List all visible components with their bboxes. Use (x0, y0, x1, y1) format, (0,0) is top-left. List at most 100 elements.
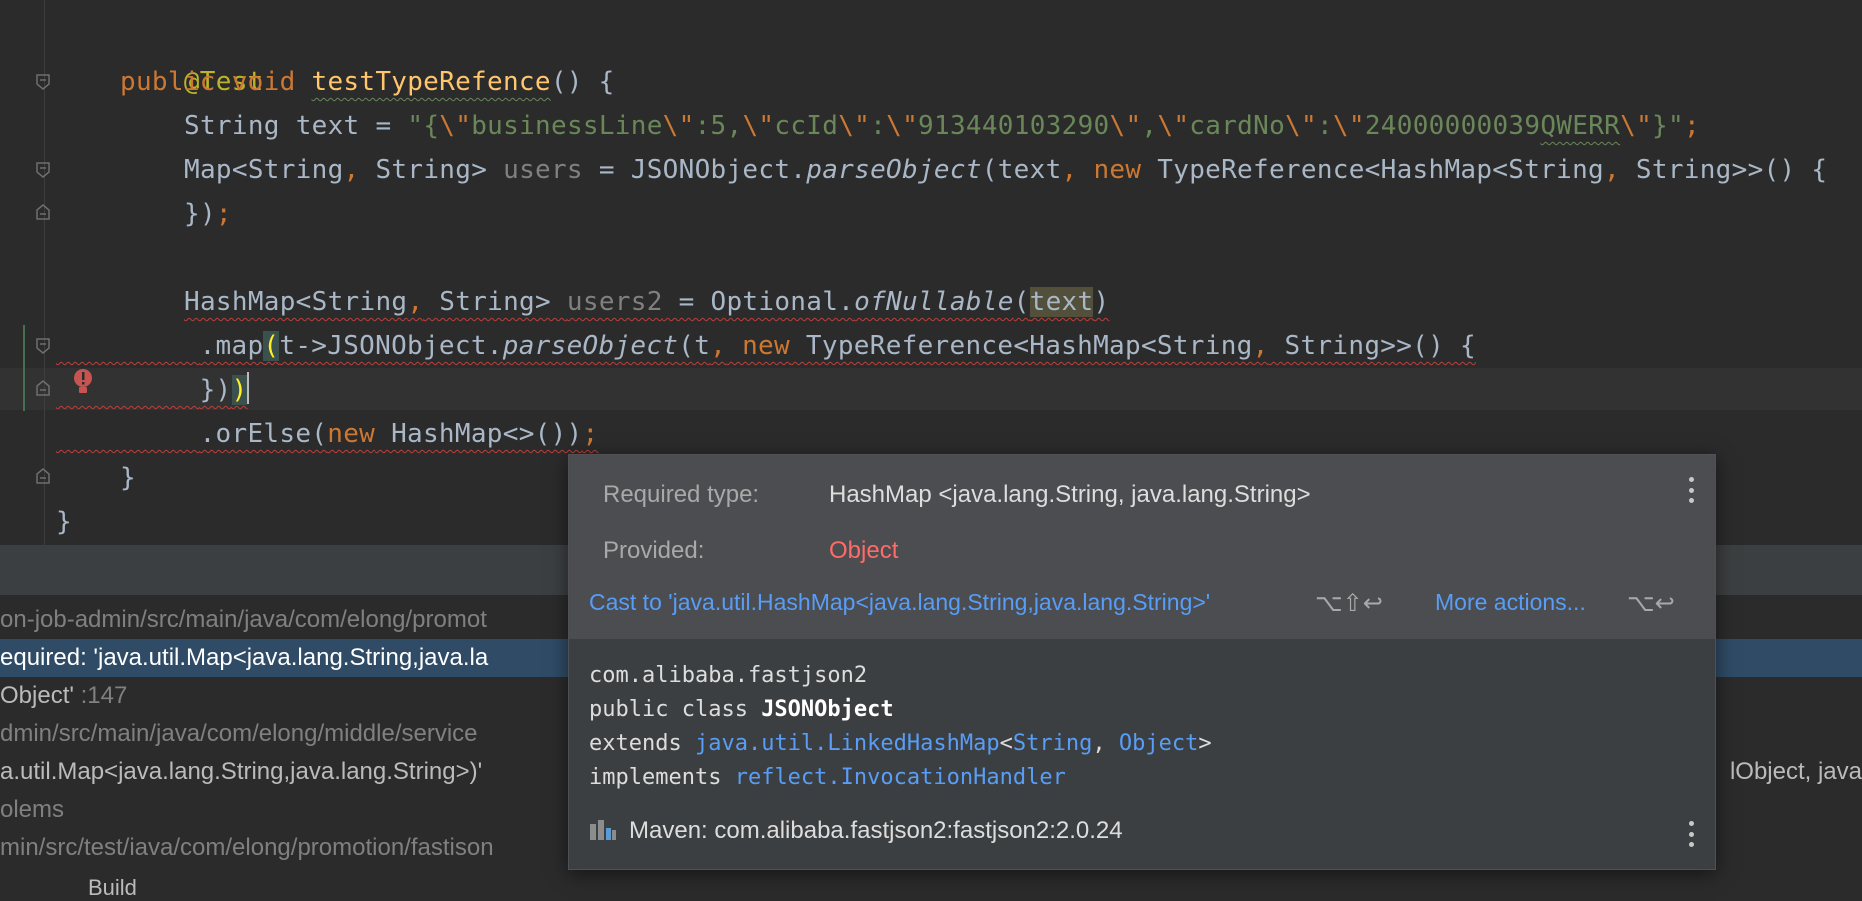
code-line-1[interactable]: @Test (120, 16, 264, 97)
code-text: Map<String (184, 155, 344, 185)
code-line-12[interactable]: } (56, 500, 72, 544)
comma: , (407, 287, 424, 317)
string-literal: 24000000039 (1364, 111, 1541, 141)
required-type-label: Required type: (603, 481, 760, 508)
highlighted-reference: text (1029, 287, 1094, 317)
cast-quick-fix-link[interactable]: Cast to 'java.util.HashMap<java.lang.Str… (589, 589, 1210, 616)
code-text: } (120, 463, 136, 493)
build-tab[interactable]: Build (88, 875, 137, 900)
code-line-5[interactable]: }); (184, 192, 232, 236)
matched-brace: ) (231, 375, 248, 405)
line-number: :147 (80, 682, 128, 709)
code-text: HashMap<>()) (375, 419, 583, 449)
problem-message-tail: lObject, java (1729, 758, 1862, 785)
code-text: }) (199, 375, 232, 405)
code-text: = Optional. (662, 287, 855, 317)
code-text: .orElse( (199, 419, 328, 449)
more-actions-link[interactable]: More actions... (1435, 589, 1586, 616)
error-span: HashMap<String, String> users2 = Optiona… (184, 287, 1109, 317)
comma: , (710, 331, 727, 361)
more-actions-shortcut: ⌥↩ (1627, 590, 1675, 617)
fold-close-icon[interactable] (36, 204, 50, 220)
declaration-text: public class (589, 697, 762, 722)
problem-path: min/src/test/iava/com/elong/promotion/fa… (0, 834, 494, 861)
extends-keyword: extends (589, 731, 695, 756)
code-line-9[interactable]: })) (56, 368, 250, 412)
string-literal: "{ (407, 111, 440, 141)
problem-group: olems (0, 796, 65, 823)
code-text: .map (199, 331, 264, 361)
provided-label: Provided: (603, 537, 705, 564)
keyword: void (231, 67, 296, 97)
code-line-11[interactable]: } (120, 456, 136, 500)
string-escape: \" (742, 111, 775, 141)
code-line-4[interactable]: Map<String, String> users = JSONObject.p… (184, 148, 1827, 192)
separator: , (1092, 731, 1119, 756)
string-literal: , (1141, 111, 1158, 141)
code-line-7[interactable]: HashMap<String, String> users2 = Optiona… (184, 280, 1109, 324)
change-marker (23, 325, 25, 411)
doc-extends: extends java.util.LinkedHashMap<String, … (589, 731, 1212, 756)
string-literal: businessLine (471, 111, 663, 141)
comma: , (343, 155, 360, 185)
more-options-icon[interactable] (1686, 477, 1696, 503)
superclass-link[interactable]: java.util.LinkedHashMap (695, 731, 1000, 756)
string-escape: \" (838, 111, 871, 141)
error-tooltip-popup[interactable]: Required type: HashMap <java.lang.String… (568, 454, 1716, 870)
code-line-2[interactable]: public void testTypeRefence() { (120, 60, 615, 104)
error-span: .orElse(new HashMap<>()); (56, 419, 599, 449)
problem-message: a.util.Map<java.lang.String,java.lang.St… (0, 758, 483, 785)
semicolon: ; (215, 199, 232, 229)
problem-message: Object' (0, 682, 74, 709)
string-literal: : (870, 111, 887, 141)
semicolon: ; (582, 419, 599, 449)
code-text: HashMap<String (184, 287, 408, 317)
unused-variable: users (503, 155, 583, 185)
string-literal: 913440103290 (918, 111, 1110, 141)
code-text: String> (359, 155, 504, 185)
cast-shortcut: ⌥⇧↩ (1315, 590, 1383, 617)
code-line-3[interactable]: String text = "{\"businessLine\":5,\"ccI… (184, 104, 1700, 148)
fold-close-icon[interactable] (36, 380, 50, 396)
code-text: TypeReference<HashMap<String (1141, 155, 1604, 185)
code-text: ) (1093, 287, 1110, 317)
code-text: () { (550, 67, 615, 97)
semicolon: ; (1683, 111, 1700, 141)
fold-open-icon[interactable] (36, 74, 50, 90)
doc-declaration: public class JSONObject (589, 697, 894, 722)
string-literal: : (1316, 111, 1333, 141)
comma: , (1603, 155, 1620, 185)
comma: , (1252, 331, 1269, 361)
implements-keyword: implements (589, 765, 735, 790)
fold-close-icon[interactable] (36, 468, 50, 484)
fold-open-icon[interactable] (36, 162, 50, 178)
code-line-8[interactable]: .map(t->JSONObject.parseObject(t, new Ty… (56, 324, 1476, 368)
current-line-highlight (0, 368, 1862, 410)
provided-value: Object (829, 537, 899, 564)
code-line-10[interactable]: .orElse(new HashMap<>()); (56, 412, 599, 456)
string-escape: \" (1109, 111, 1142, 141)
code-text: } (56, 507, 72, 537)
keyword: new (1077, 155, 1142, 185)
string-escape: \" (1620, 111, 1653, 141)
class-name: JSONObject (761, 697, 894, 722)
fold-open-icon[interactable] (36, 338, 50, 354)
interface-link[interactable]: reflect.InvocationHandler (735, 765, 1066, 790)
static-call: parseObject (502, 331, 679, 361)
code-text: (t (678, 331, 711, 361)
type-link[interactable]: Object (1119, 731, 1198, 756)
code-text: (text (981, 155, 1062, 185)
string-escape: \" (886, 111, 919, 141)
more-options-icon[interactable] (1686, 821, 1696, 847)
required-type-value: HashMap <java.lang.String, java.lang.Str… (829, 481, 1311, 508)
type-link[interactable]: String (1013, 731, 1092, 756)
maven-library-icon (589, 818, 617, 842)
keyword: new (726, 331, 790, 361)
string-escape: \" (662, 111, 695, 141)
static-call: parseObject (806, 155, 982, 185)
code-text: String>>() { (1619, 155, 1828, 185)
error-span: .map(t->JSONObject.parseObject(t, new Ty… (56, 331, 1476, 361)
code-text: text = (279, 111, 408, 141)
string-literal: }" (1652, 111, 1684, 141)
code-text: TypeReference<HashMap<String (789, 331, 1253, 361)
